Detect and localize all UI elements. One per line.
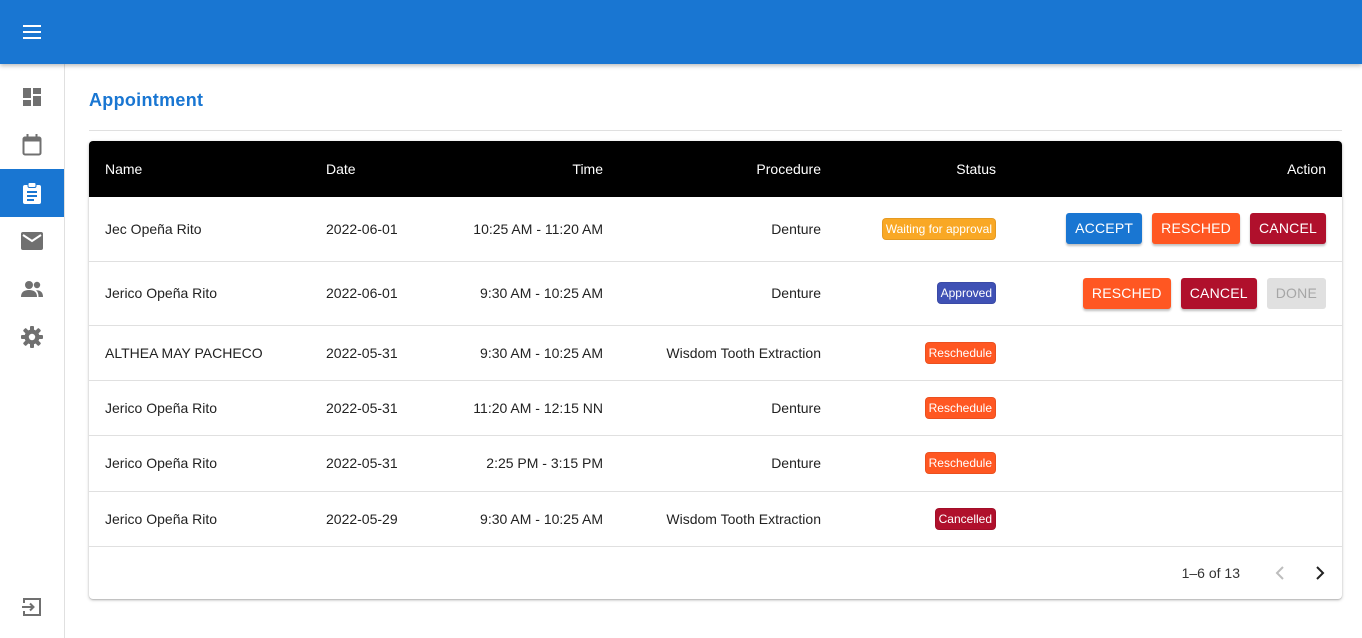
cell-name: Jerico Opeña Rito xyxy=(89,380,310,436)
sidebar xyxy=(0,64,65,638)
cell-procedure: Wisdom Tooth Extraction xyxy=(619,325,837,381)
pagination: 1–6 of 13 xyxy=(89,547,1342,599)
app-bar xyxy=(0,0,1362,64)
cell-procedure: Wisdom Tooth Extraction xyxy=(619,491,837,547)
cell-actions xyxy=(1012,491,1342,547)
status-badge: Reschedule xyxy=(924,396,996,419)
cell-actions: RESCHED CANCEL DONE xyxy=(1012,261,1342,326)
cell-status: Cancelled xyxy=(837,491,1012,547)
resched-button[interactable]: RESCHED xyxy=(1152,213,1240,245)
chevron-right-icon xyxy=(1316,566,1325,580)
sidebar-item-settings[interactable] xyxy=(0,313,64,361)
cell-date: 2022-06-01 xyxy=(310,261,420,326)
gear-icon xyxy=(21,326,43,348)
table-row: Jerico Opeña Rito 2022-05-31 2:25 PM - 3:1… xyxy=(89,435,1342,492)
people-icon xyxy=(21,281,43,297)
cell-status: Approved xyxy=(837,261,1012,326)
header-status: Status xyxy=(956,161,996,177)
cell-status: Waiting for approval xyxy=(837,197,1012,262)
logout-button[interactable] xyxy=(0,583,64,631)
next-page-button[interactable] xyxy=(1308,561,1332,585)
cell-procedure: Denture xyxy=(619,435,837,492)
cell-procedure: Denture xyxy=(619,380,837,436)
cell-time: 11:20 AM - 12:15 NN xyxy=(420,380,619,436)
cell-date: 2022-06-01 xyxy=(310,197,420,262)
cell-status: Reschedule xyxy=(837,380,1012,436)
dashboard-icon xyxy=(23,88,41,106)
header-date: Date xyxy=(326,161,356,177)
prev-page-button[interactable] xyxy=(1268,561,1292,585)
menu-button[interactable] xyxy=(12,12,52,52)
cell-time: 9:30 AM - 10:25 AM xyxy=(420,261,619,326)
menu-icon xyxy=(23,25,41,39)
page-title: Appointment xyxy=(89,90,204,110)
table-row: Jerico Opeña Rito 2022-05-31 11:20 AM - 12… xyxy=(89,380,1342,436)
main-content: Appointment Name Date Time Procedure Sta… xyxy=(65,64,1362,638)
chevron-left-icon xyxy=(1275,566,1284,580)
sidebar-item-calendar[interactable] xyxy=(0,121,64,169)
status-badge: Reschedule xyxy=(924,341,996,364)
cell-date: 2022-05-31 xyxy=(310,380,420,436)
sidebar-item-mail[interactable] xyxy=(0,217,64,265)
table-row: Jerico Opeña Rito 2022-05-29 9:30 AM - 10:… xyxy=(89,491,1342,547)
mail-icon xyxy=(21,232,43,250)
cancel-button[interactable]: CANCEL xyxy=(1250,213,1326,245)
header-procedure: Procedure xyxy=(756,161,821,177)
table-header-row: Name Date Time Procedure Status Action xyxy=(89,141,1342,197)
cell-procedure: Denture xyxy=(619,261,837,326)
cell-name: Jerico Opeña Rito xyxy=(89,261,310,326)
cell-time: 9:30 AM - 10:25 AM xyxy=(420,325,619,381)
header-time: Time xyxy=(572,161,603,177)
resched-button[interactable]: RESCHED xyxy=(1082,277,1171,309)
cell-status: Reschedule xyxy=(837,435,1012,492)
cell-name: Jerico Opeña Rito xyxy=(89,491,310,547)
accept-button[interactable]: ACCEPT xyxy=(1066,213,1143,245)
clipboard-icon xyxy=(23,182,41,204)
cell-actions xyxy=(1012,380,1342,436)
status-badge: Cancelled xyxy=(934,507,996,530)
table-row: Jec Opeña Rito 2022-06-01 10:25 AM - 11:20… xyxy=(89,197,1342,262)
appointment-table: Name Date Time Procedure Status Action J… xyxy=(89,141,1342,547)
status-badge: Waiting for approval xyxy=(881,217,996,240)
cell-actions xyxy=(1012,435,1342,492)
cell-actions xyxy=(1012,325,1342,381)
sidebar-item-appointment[interactable] xyxy=(0,169,64,217)
sidebar-item-dashboard[interactable] xyxy=(0,73,64,121)
cell-time: 9:30 AM - 10:25 AM xyxy=(420,491,619,547)
cell-date: 2022-05-29 xyxy=(310,491,420,547)
header-name: Name xyxy=(105,161,143,177)
cell-date: 2022-05-31 xyxy=(310,325,420,381)
cell-time: 2:25 PM - 3:15 PM xyxy=(420,435,619,492)
pagination-range: 1–6 of 13 xyxy=(1181,565,1240,581)
cell-time: 10:25 AM - 11:20 AM xyxy=(420,197,619,262)
cell-name: ALTHEA MAY PACHECO xyxy=(89,325,310,381)
done-button: DONE xyxy=(1266,277,1326,309)
cancel-button[interactable]: CANCEL xyxy=(1180,277,1257,309)
sidebar-item-users[interactable] xyxy=(0,265,64,313)
title-divider xyxy=(89,130,1342,131)
cell-name: Jerico Opeña Rito xyxy=(89,435,310,492)
cell-date: 2022-05-31 xyxy=(310,435,420,492)
cell-actions: ACCEPT RESCHED CANCEL xyxy=(1012,197,1342,262)
table-row: ALTHEA MAY PACHECO 2022-05-31 9:30 AM - 10… xyxy=(89,325,1342,381)
cell-name: Jec Opeña Rito xyxy=(89,197,310,262)
header-action: Action xyxy=(1287,161,1326,177)
appointment-table-card: Name Date Time Procedure Status Action J… xyxy=(89,141,1342,599)
table-row: Jerico Opeña Rito 2022-06-01 9:30 AM - 10:… xyxy=(89,261,1342,326)
calendar-icon xyxy=(22,134,42,156)
cell-status: Reschedule xyxy=(837,325,1012,381)
status-badge: Approved xyxy=(936,282,996,304)
status-badge: Reschedule xyxy=(924,452,996,474)
cell-procedure: Denture xyxy=(619,197,837,262)
logout-icon xyxy=(22,598,41,616)
